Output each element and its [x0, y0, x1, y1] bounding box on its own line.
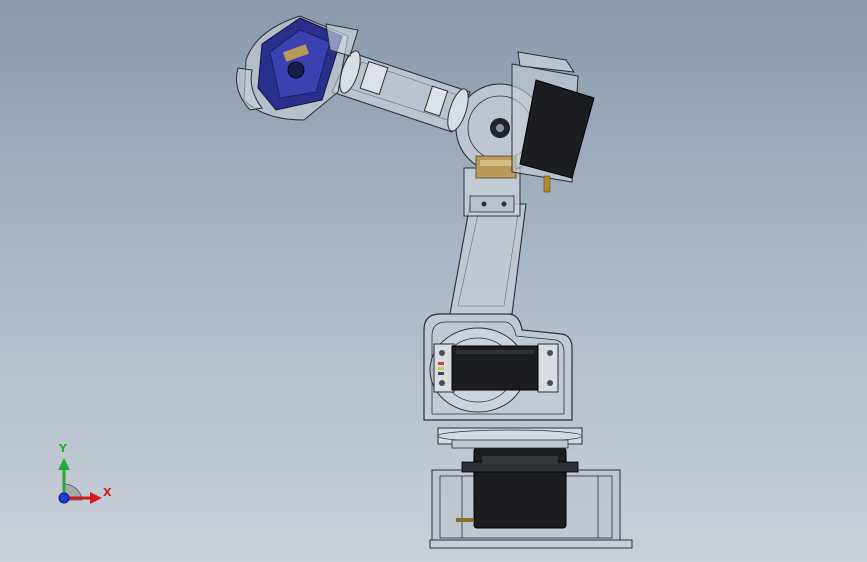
shoulder-servo[interactable] [433, 343, 559, 393]
y-axis-label: Y [59, 442, 67, 455]
upper-arm-tube[interactable] [449, 203, 527, 315]
forearm-tube[interactable] [331, 49, 472, 134]
coordinate-triad-icon [58, 458, 102, 504]
turntable[interactable] [437, 427, 583, 449]
base-servo[interactable] [456, 447, 579, 529]
robot-arm-model[interactable] [0, 0, 867, 562]
elbow-servo[interactable] [511, 51, 595, 193]
wrist-gripper[interactable] [236, 15, 359, 121]
cad-graphics-viewport[interactable]: Y X [0, 0, 867, 562]
x-axis-label: X [103, 486, 112, 499]
